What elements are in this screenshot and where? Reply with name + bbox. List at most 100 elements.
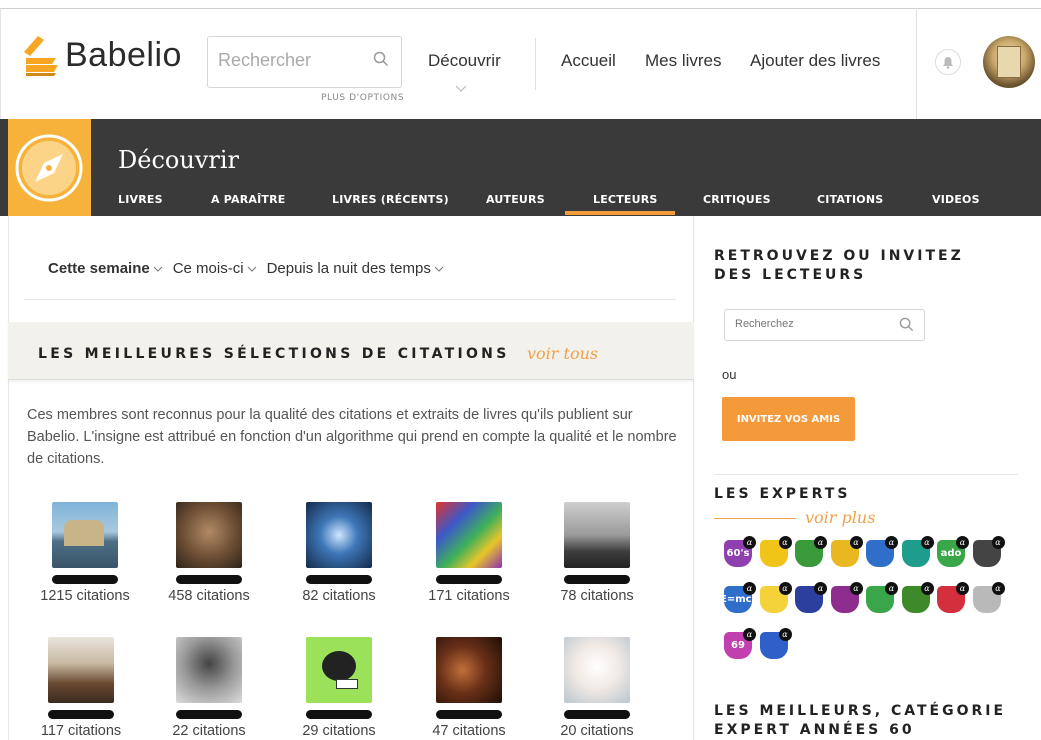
chevron-down-icon [153, 260, 163, 277]
tab-videos[interactable]: VIDEOS [932, 193, 980, 206]
see-all-link[interactable]: voir tous [527, 344, 598, 363]
badge-alpha-icon: α [920, 582, 934, 595]
invite-friends-button[interactable]: INVITEZ VOS AMIS [722, 397, 855, 441]
badge-alpha-icon: α [743, 628, 756, 641]
member-card[interactable]: 171 citations [404, 502, 534, 604]
notification-bell-icon[interactable] [935, 49, 961, 75]
expert-badge-icon[interactable]: α [972, 536, 1005, 568]
badge-alpha-icon: α [743, 536, 756, 549]
expert-badge-icon[interactable]: α [830, 536, 863, 568]
filter-all-time[interactable]: Depuis la nuit des temps [267, 260, 444, 277]
tab-lecteurs[interactable]: LECTEURS [593, 193, 658, 206]
expert-badge-icon[interactable]: ado α [937, 536, 969, 568]
search-icon[interactable] [899, 317, 914, 336]
badge-alpha-icon: α [743, 582, 756, 595]
member-card[interactable]: 20 citations [532, 637, 662, 739]
expert-badge-icon[interactable]: α [866, 536, 898, 568]
member-card[interactable]: 82 citations [274, 502, 404, 604]
member-card[interactable]: 1215 citations [20, 502, 150, 604]
redacted-name [48, 710, 114, 719]
redacted-name [176, 575, 242, 584]
active-tab-indicator [565, 211, 675, 215]
citation-count: 78 citations [560, 588, 634, 604]
badge-alpha-icon: α [778, 628, 792, 641]
nav-discover[interactable]: Découvrir [428, 51, 501, 71]
member-avatar[interactable] [436, 502, 502, 568]
expert-badge-icon[interactable]: 69 α [724, 628, 756, 660]
member-avatar[interactable] [306, 637, 372, 703]
more-options-link[interactable]: PLUS D'OPTIONS [321, 93, 404, 103]
member-avatar[interactable] [52, 502, 118, 568]
chevron-down-icon[interactable] [455, 78, 467, 97]
best-quotes-description: Ces membres sont reconnus pour la qualit… [27, 407, 677, 467]
see-more-link[interactable]: voir plus [805, 508, 875, 527]
filter-label: Ce mois-ci [172, 260, 244, 277]
tab-citations[interactable]: CITATIONS [817, 193, 883, 206]
badge-alpha-icon: α [778, 536, 792, 549]
expert-badge-icon[interactable]: α [759, 582, 792, 614]
search-box[interactable] [207, 36, 402, 88]
tab-auteurs[interactable]: AUTEURS [486, 193, 545, 206]
expert-badge-icon[interactable]: α [830, 582, 863, 614]
tab-critiques[interactable]: CRITIQUES [703, 193, 771, 206]
expert-badge-icon[interactable]: α [866, 582, 898, 614]
member-avatar[interactable] [306, 502, 372, 568]
best-quotes-title: LES MEILLEURES SÉLECTIONS DE CITATIONS [38, 346, 510, 362]
find-readers-title: RETROUVEZ OU INVITEZ DES LECTEURS [714, 248, 964, 283]
nav-home[interactable]: Accueil [561, 51, 616, 71]
logo[interactable]: Babelio [22, 34, 182, 76]
badge-alpha-icon: α [849, 536, 863, 549]
badge-alpha-icon: α [956, 582, 969, 595]
member-avatar[interactable] [176, 502, 242, 568]
filter-label: Depuis la nuit des temps [266, 260, 431, 277]
redacted-name [564, 710, 630, 719]
expert-badge-icon[interactable]: α [901, 582, 934, 614]
search-input[interactable] [218, 50, 368, 71]
badge-alpha-icon: α [991, 536, 1005, 549]
expert-badge-icon[interactable]: α [795, 582, 827, 614]
filter-this-month[interactable]: Ce mois-ci [173, 260, 257, 277]
member-card[interactable]: 117 citations [16, 637, 146, 739]
member-card[interactable]: 47 citations [404, 637, 534, 739]
expert-badge-icon[interactable]: α [759, 628, 792, 660]
expert-badge-icon[interactable]: α [972, 582, 1005, 614]
expert-badge-icon[interactable]: α [795, 536, 827, 568]
badge-alpha-icon: α [920, 536, 934, 549]
tab-a-paraitre[interactable]: A PARAÎTRE [211, 193, 285, 206]
member-avatar[interactable] [48, 637, 114, 703]
period-filters: Cette semaine Ce mois-ci Depuis la nuit … [48, 260, 454, 277]
redacted-name [306, 575, 372, 584]
search-icon[interactable] [373, 51, 389, 71]
member-card[interactable]: 458 citations [144, 502, 274, 604]
logo-text: Babelio [65, 35, 182, 74]
member-avatar[interactable] [436, 637, 502, 703]
readers-search-box[interactable] [724, 309, 925, 341]
experts-title: LES EXPERTS [714, 486, 851, 502]
expert-badge-icon[interactable]: α [901, 536, 934, 568]
logo-book-icon [22, 34, 60, 76]
user-avatar[interactable] [983, 36, 1035, 88]
filter-this-week[interactable]: Cette semaine [48, 260, 163, 277]
redacted-name [564, 575, 630, 584]
expert-badge-icon[interactable]: α [937, 582, 969, 614]
redacted-name [52, 575, 118, 584]
citation-count: 47 citations [432, 723, 506, 739]
tab-livres[interactable]: LIVRES [118, 193, 163, 206]
member-card[interactable]: 22 citations [144, 637, 274, 739]
member-card[interactable]: 29 citations [274, 637, 404, 739]
nav-my-books[interactable]: Mes livres [645, 51, 722, 71]
member-avatar[interactable] [564, 502, 630, 568]
or-label: ou [722, 367, 737, 382]
expert-badge-icon[interactable]: E=mc² α [720, 582, 756, 614]
member-avatar[interactable] [176, 637, 242, 703]
badge-alpha-icon: α [956, 536, 969, 549]
expert-badge-icon[interactable]: 60's α [724, 536, 756, 568]
member-avatar[interactable] [564, 637, 630, 703]
member-card[interactable]: 78 citations [532, 502, 662, 604]
readers-search-input[interactable] [735, 318, 885, 330]
citation-count: 171 citations [428, 588, 510, 604]
filter-label: Cette semaine [48, 260, 150, 277]
expert-badge-icon[interactable]: α [759, 536, 792, 568]
tab-livres-recents[interactable]: LIVRES (RÉCENTS) [332, 193, 449, 206]
nav-add-books[interactable]: Ajouter des livres [750, 51, 880, 71]
